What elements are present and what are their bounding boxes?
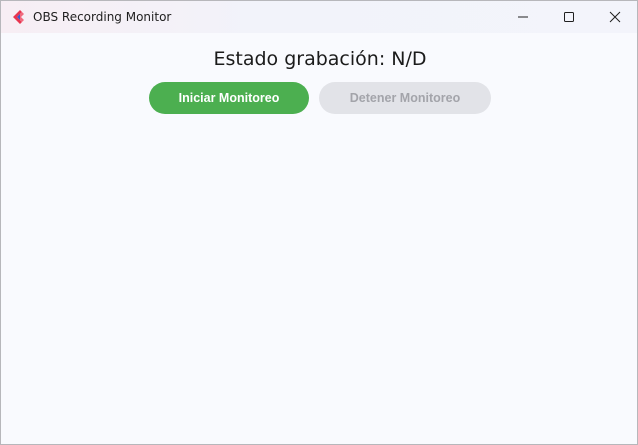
close-button[interactable] (592, 1, 637, 33)
status-value: N/D (391, 48, 427, 70)
resize-grip-icon[interactable] (631, 438, 637, 444)
maximize-icon (563, 8, 575, 27)
start-monitoring-button[interactable]: Iniciar Monitoreo (149, 82, 309, 114)
minimize-button[interactable] (500, 1, 546, 33)
close-icon (609, 8, 621, 27)
window-title: OBS Recording Monitor (33, 10, 172, 24)
maximize-button[interactable] (546, 1, 592, 33)
minimize-icon (517, 8, 529, 27)
title-bar[interactable]: OBS Recording Monitor (1, 1, 637, 33)
stop-monitoring-button[interactable]: Detener Monitoreo (319, 82, 491, 114)
app-window: OBS Recording Monitor Estado grabación: … (0, 0, 638, 445)
app-logo-icon (11, 9, 27, 25)
status-label: Estado grabación: (213, 48, 386, 70)
recording-status-heading: Estado grabación: N/D (1, 46, 637, 72)
